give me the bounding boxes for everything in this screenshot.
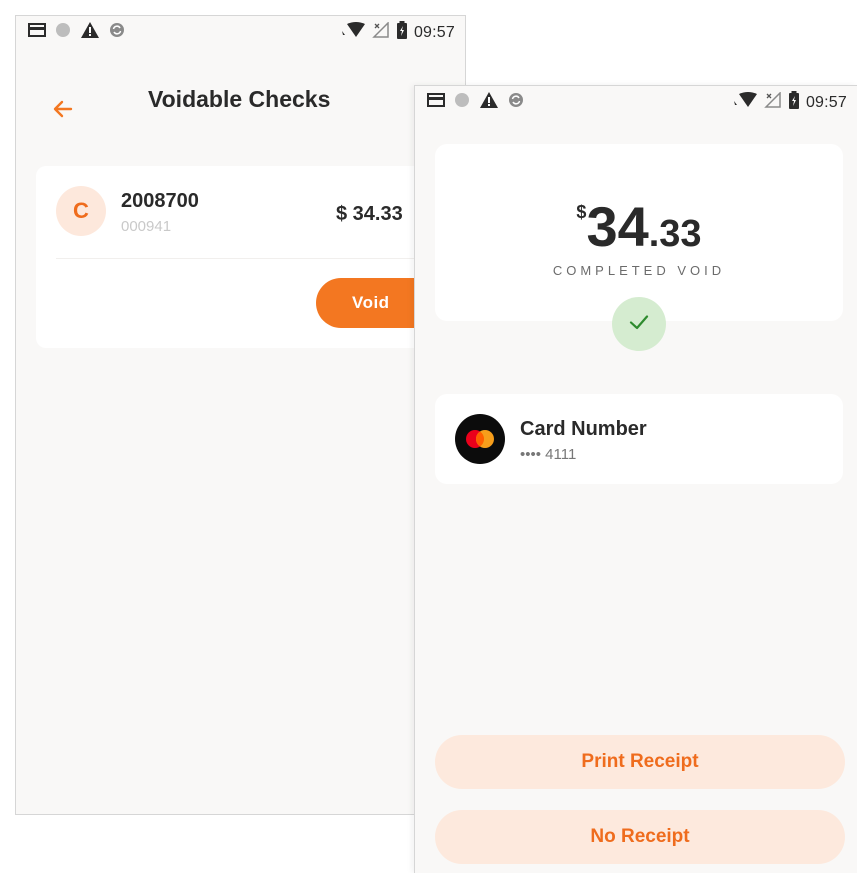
check-sub-number: 000941	[121, 218, 172, 235]
status-right-icons: 09:57	[340, 21, 455, 44]
sync-icon	[508, 92, 524, 113]
void-complete-screen: 09:57 $34.33 COMPLETED VOID Card Number …	[414, 85, 857, 873]
status-bar: 09:57	[16, 16, 465, 46]
no-signal-icon	[372, 21, 390, 43]
arrow-left-icon	[51, 97, 75, 126]
status-time: 09:57	[805, 93, 847, 111]
success-badge	[612, 297, 666, 351]
warning-icon	[80, 21, 100, 44]
status-left-icons	[28, 21, 125, 44]
voidable-checks-screen: 09:57 Voidable Checks C 2008700 000941 $…	[15, 15, 466, 815]
status-right-icons: 09:57	[732, 91, 847, 114]
card-info: Card Number •••• 4111	[435, 394, 843, 484]
check-number: 2008700	[121, 190, 199, 212]
amount-cents: .33	[648, 213, 702, 255]
sync-icon	[109, 22, 125, 43]
check-icon	[627, 310, 651, 339]
back-button[interactable]	[46, 94, 80, 128]
status-left-icons	[427, 91, 524, 114]
card-icon	[427, 93, 445, 112]
divider	[56, 258, 456, 259]
wifi-icon	[340, 22, 366, 43]
warning-icon	[479, 91, 499, 114]
check-amount: $ 34.33	[336, 203, 403, 225]
circle-icon	[55, 22, 71, 43]
no-signal-icon	[764, 91, 782, 113]
status-bar: 09:57	[415, 86, 857, 116]
mastercard-icon	[455, 414, 505, 464]
page-title: Voidable Checks	[148, 86, 331, 112]
circle-icon	[454, 92, 470, 113]
check-avatar: C	[56, 186, 106, 236]
amount-currency: $	[576, 202, 587, 222]
amount-whole: 34	[586, 195, 649, 258]
battery-icon	[396, 21, 408, 44]
battery-icon	[788, 91, 800, 114]
void-amount: $34.33	[435, 194, 843, 259]
print-receipt-button[interactable]: Print Receipt	[435, 735, 845, 789]
status-time: 09:57	[413, 23, 455, 41]
card-masked-number: •••• 4111	[520, 446, 577, 463]
void-status-label: COMPLETED VOID	[552, 263, 726, 278]
card-icon	[28, 23, 46, 42]
check-card[interactable]: C 2008700 000941 $ 34.33 Void	[36, 166, 456, 348]
wifi-icon	[732, 92, 758, 113]
amount-card: $34.33 COMPLETED VOID	[435, 144, 843, 321]
card-number-title: Card Number	[520, 418, 647, 440]
no-receipt-button[interactable]: No Receipt	[435, 810, 845, 864]
